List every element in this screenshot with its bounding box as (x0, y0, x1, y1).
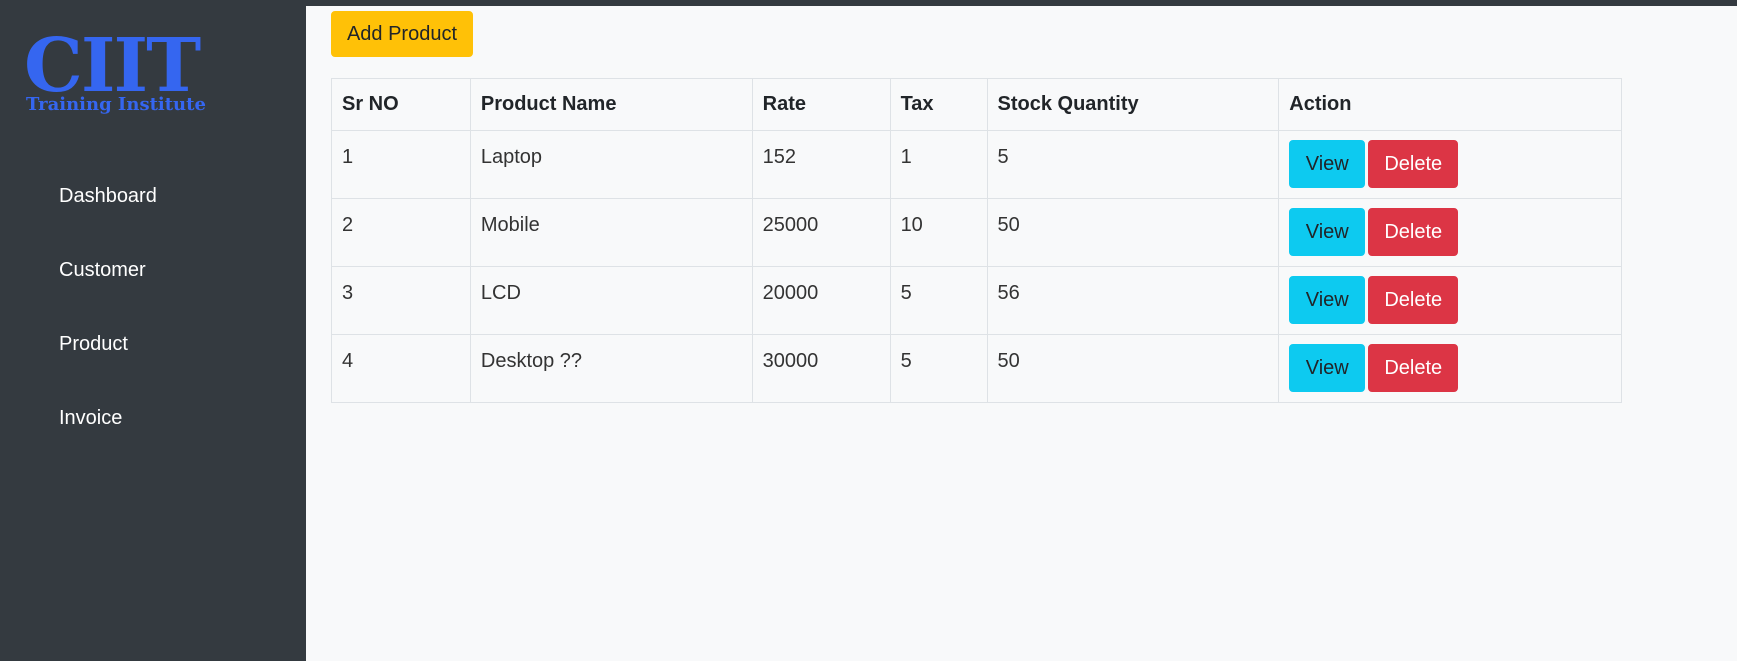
cell-sr-no: 4 (331, 334, 471, 403)
view-button[interactable]: View (1289, 276, 1366, 324)
header-row: Sr NO Product Name Rate Tax Stock Quanti… (331, 78, 1622, 131)
cell-rate: 20000 (751, 266, 891, 335)
cell-actions: View Delete (1278, 334, 1622, 403)
brand-logo[interactable]: CIIT Training Institute (24, 26, 206, 118)
cell-actions: View Delete (1278, 130, 1622, 199)
cell-stock-quantity: 5 (986, 130, 1280, 199)
view-button[interactable]: View (1289, 140, 1366, 188)
delete-button[interactable]: Delete (1368, 344, 1459, 392)
logo-subtitle: Training Institute (26, 94, 206, 115)
header-tax: Tax (889, 78, 988, 131)
cell-stock-quantity: 50 (986, 198, 1280, 267)
sidebar-nav: Dashboard Customer Product Invoice (0, 164, 306, 460)
sidebar-item-invoice[interactable]: Invoice (0, 386, 306, 460)
view-button[interactable]: View (1289, 208, 1366, 256)
sidebar-item-product[interactable]: Product (0, 312, 306, 386)
table-header: Sr NO Product Name Rate Tax Stock Quanti… (331, 78, 1622, 131)
sidebar-item-dashboard[interactable]: Dashboard (0, 164, 306, 238)
product-table: Sr NO Product Name Rate Tax Stock Quanti… (331, 78, 1622, 403)
header-sr-no: Sr NO (331, 78, 471, 131)
cell-product-name: LCD (469, 266, 753, 335)
cell-tax: 10 (889, 198, 988, 267)
cell-stock-quantity: 56 (986, 266, 1280, 335)
cell-tax: 1 (889, 130, 988, 199)
cell-product-name: Laptop (469, 130, 753, 199)
header-action: Action (1278, 78, 1622, 131)
header-stock-quantity: Stock Quantity (986, 78, 1280, 131)
cell-product-name: Desktop ?? (469, 334, 753, 403)
table-row: 2 Mobile 25000 10 50 View Delete (331, 198, 1622, 267)
table-body: 1 Laptop 152 1 5 View Delete 2 Mobile 250… (331, 130, 1622, 403)
delete-button[interactable]: Delete (1368, 276, 1459, 324)
cell-tax: 5 (889, 334, 988, 403)
table-row: 1 Laptop 152 1 5 View Delete (331, 130, 1622, 199)
cell-sr-no: 2 (331, 198, 471, 267)
cell-actions: View Delete (1278, 198, 1622, 267)
cell-rate: 30000 (751, 334, 891, 403)
header-rate: Rate (751, 78, 891, 131)
delete-button[interactable]: Delete (1368, 208, 1459, 256)
cell-product-name: Mobile (469, 198, 753, 267)
main-content: Add Product Sr NO Product Name Rate Tax … (306, 6, 1737, 661)
sidebar: CIIT Training Institute Dashboard Custom… (0, 0, 306, 661)
cell-rate: 152 (751, 130, 891, 199)
cell-actions: View Delete (1278, 266, 1622, 335)
cell-stock-quantity: 50 (986, 334, 1280, 403)
cell-sr-no: 1 (331, 130, 471, 199)
table-row: 3 LCD 20000 5 56 View Delete (331, 266, 1622, 335)
table-row: 4 Desktop ?? 30000 5 50 View Delete (331, 334, 1622, 403)
cell-rate: 25000 (751, 198, 891, 267)
view-button[interactable]: View (1289, 344, 1366, 392)
delete-button[interactable]: Delete (1368, 140, 1459, 188)
cell-tax: 5 (889, 266, 988, 335)
add-product-button[interactable]: Add Product (331, 11, 473, 57)
cell-sr-no: 3 (331, 266, 471, 335)
header-product-name: Product Name (469, 78, 753, 131)
sidebar-item-customer[interactable]: Customer (0, 238, 306, 312)
